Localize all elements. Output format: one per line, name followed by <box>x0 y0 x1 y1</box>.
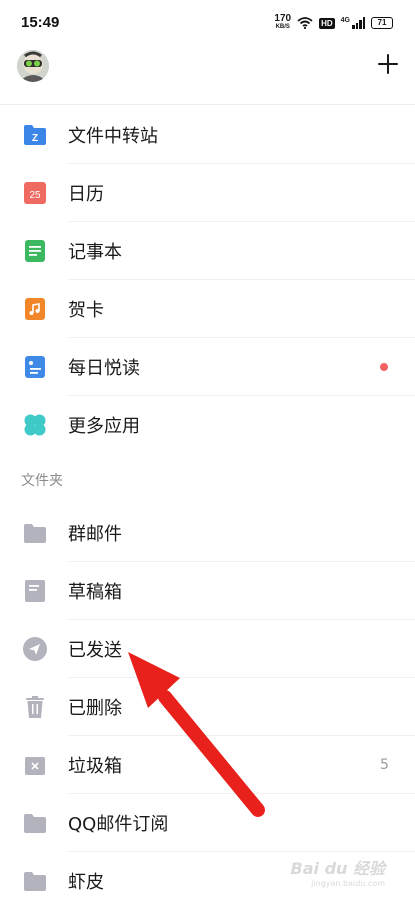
app-item-notepad[interactable]: 记事本 <box>0 222 415 280</box>
folder-icon <box>24 872 46 891</box>
network-speed-value: 170 <box>274 13 292 24</box>
folder-icon <box>24 814 46 833</box>
watermark-sub: jingyan.baidu.com <box>311 879 385 888</box>
app-label: 贺卡 <box>68 300 104 321</box>
drafts-icon <box>25 580 45 602</box>
app-item-daily-reading[interactable]: 每日悦读 <box>0 338 415 396</box>
battery-icon: 71 <box>371 17 393 29</box>
daily-reading-icon <box>25 356 45 378</box>
unread-count: 5 <box>380 757 389 773</box>
app-item-calendar[interactable]: 25 日历 <box>0 164 415 222</box>
app-label: 记事本 <box>68 242 122 263</box>
notepad-icon <box>25 240 45 262</box>
signal-icon: 4G <box>341 17 365 29</box>
app-label: 每日悦读 <box>68 358 140 379</box>
greeting-card-icon <box>25 298 45 320</box>
folder-icon <box>24 524 46 543</box>
app-item-more-apps[interactable]: 更多应用 <box>0 396 415 454</box>
plus-icon <box>378 54 398 74</box>
status-bar: 15:49 170 KB/S HD 4G 71 <box>0 0 415 48</box>
folder-item-deleted[interactable]: 已删除 <box>0 678 415 736</box>
folder-label: 虾皮 <box>68 872 104 893</box>
trash-icon <box>26 696 44 718</box>
app-label: 日历 <box>68 184 104 205</box>
watermark: Bai du 经验 jingyan.baidu.com <box>291 855 385 888</box>
folder-label: 垃圾箱 <box>68 756 122 777</box>
status-icons: 170 KB/S HD 4G 71 <box>274 13 393 31</box>
unread-dot <box>380 363 388 371</box>
watermark-main: Bai du 经验 <box>290 859 385 878</box>
add-button[interactable] <box>374 50 402 78</box>
folders-section-title: 文件夹 <box>21 473 63 489</box>
folder-item-drafts[interactable]: 草稿箱 <box>0 562 415 620</box>
svg-text:25: 25 <box>29 190 41 201</box>
app-label: 文件中转站 <box>68 126 158 147</box>
folder-label: 草稿箱 <box>68 582 122 603</box>
folder-item-group-mail[interactable]: 群邮件 <box>0 504 415 562</box>
folder-item-qq-subscription[interactable]: QQ邮件订阅 <box>0 794 415 852</box>
folder-label: 群邮件 <box>68 524 122 545</box>
network-type: 4G <box>340 17 350 24</box>
folder-label: QQ邮件订阅 <box>68 814 169 835</box>
app-item-file-transfer[interactable]: Z 文件中转站 <box>0 106 415 164</box>
hd-badge: HD <box>319 17 335 29</box>
app-label: 更多应用 <box>68 416 140 437</box>
calendar-icon: 25 <box>24 182 46 204</box>
folder-label: 已发送 <box>68 640 122 661</box>
wifi-icon <box>297 17 313 29</box>
svg-text:Z: Z <box>32 133 38 144</box>
network-speed-unit: KB/S <box>275 24 290 30</box>
folder-label: 已删除 <box>68 698 122 719</box>
spam-icon <box>25 757 45 775</box>
header-divider <box>0 104 415 105</box>
app-item-greeting-card[interactable]: 贺卡 <box>0 280 415 338</box>
sent-icon <box>23 637 47 661</box>
network-speed: 170 KB/S <box>274 13 292 31</box>
status-time: 15:49 <box>21 14 60 31</box>
folder-item-spam[interactable]: 垃圾箱 5 <box>0 736 415 794</box>
more-apps-icon <box>24 414 46 436</box>
avatar[interactable] <box>17 50 49 82</box>
folder-item-sent[interactable]: 已发送 <box>0 620 415 678</box>
file-transfer-icon: Z <box>24 125 46 145</box>
